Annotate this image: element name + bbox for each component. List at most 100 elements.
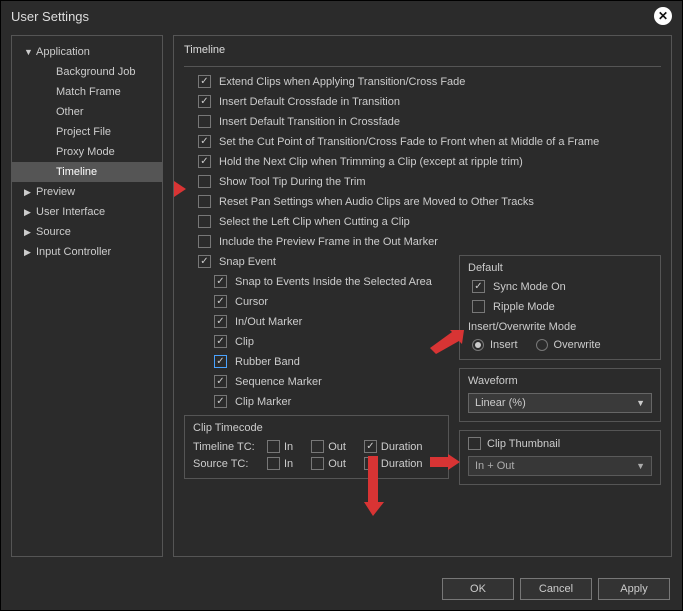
tree-arrow-icon: ▶	[24, 207, 31, 218]
option-label: Insert Default Crossfade in Transition	[219, 96, 400, 108]
default-title: Default	[468, 262, 652, 274]
sync-mode-label: Sync Mode On	[493, 281, 566, 293]
timecode-cell-label: Out	[328, 441, 346, 453]
sidebar-item-project-file[interactable]: Project File	[12, 122, 162, 142]
sidebar-item-background-job[interactable]: Background Job	[12, 62, 162, 82]
option-check[interactable]: Show Tool Tip During the Trim	[184, 175, 661, 188]
ripple-mode-check[interactable]: Ripple Mode	[468, 300, 652, 313]
snap-option-check[interactable]: Snap to Events Inside the Selected Area	[184, 275, 449, 288]
sidebar-item-proxy-mode[interactable]: Proxy Mode	[12, 142, 162, 162]
checkbox-icon[interactable]	[311, 440, 324, 453]
sidebar-item-label: Application	[36, 46, 90, 58]
sidebar-item-label: Input Controller	[36, 246, 111, 258]
clip-thumbnail-check[interactable]	[468, 437, 481, 450]
checkbox-icon[interactable]	[198, 135, 211, 148]
sidebar-item-label: User Interface	[36, 206, 105, 218]
cancel-button[interactable]: Cancel	[520, 578, 592, 600]
sidebar-item-label: Source	[36, 226, 71, 238]
timecode-out-check[interactable]: Out	[311, 440, 346, 453]
checkbox-icon[interactable]	[214, 315, 227, 328]
option-check[interactable]: Include the Preview Frame in the Out Mar…	[184, 235, 661, 248]
checkbox-icon[interactable]	[364, 440, 377, 453]
option-check[interactable]: Select the Left Clip when Cutting a Clip	[184, 215, 661, 228]
snap-option-check[interactable]: Clip Marker	[184, 395, 449, 408]
checkbox-icon[interactable]	[214, 295, 227, 308]
checkbox-icon[interactable]	[267, 440, 280, 453]
snap-option-check[interactable]: Rubber Band	[184, 355, 449, 368]
snap-event-label: Snap Event	[219, 256, 276, 268]
timecode-out-check[interactable]: Out	[311, 457, 346, 470]
option-check[interactable]: Insert Default Transition in Crossfade	[184, 115, 661, 128]
checkbox-icon[interactable]	[472, 280, 485, 293]
timecode-dur-check[interactable]: Duration	[364, 440, 423, 453]
sidebar-item-label: Timeline	[56, 166, 97, 178]
timecode-dur-check[interactable]: Duration	[364, 457, 423, 470]
checkbox-icon[interactable]	[198, 75, 211, 88]
option-check[interactable]: Set the Cut Point of Transition/Cross Fa…	[184, 135, 661, 148]
apply-button[interactable]: Apply	[598, 578, 670, 600]
option-label: Reset Pan Settings when Audio Clips are …	[219, 196, 534, 208]
snap-option-check[interactable]: Sequence Marker	[184, 375, 449, 388]
waveform-select[interactable]: Linear (%) ▼	[468, 393, 652, 413]
checkbox-icon[interactable]	[214, 335, 227, 348]
checkbox-icon[interactable]	[364, 457, 377, 470]
snap-option-label: Clip	[235, 336, 254, 348]
option-label: Select the Left Clip when Cutting a Clip	[219, 216, 410, 228]
snap-event-check[interactable]: Snap Event	[184, 255, 449, 268]
clip-thumbnail-title: Clip Thumbnail	[487, 438, 560, 450]
tree-arrow-icon: ▼	[24, 47, 33, 57]
sidebar-item-label: Other	[56, 106, 84, 118]
checkbox-icon[interactable]	[214, 275, 227, 288]
clip-thumbnail-select[interactable]: In + Out ▼	[468, 456, 652, 476]
checkbox-icon[interactable]	[214, 375, 227, 388]
button-bar: OK Cancel Apply	[442, 578, 670, 600]
sidebar-item-label: Match Frame	[56, 86, 121, 98]
snap-option-check[interactable]: Clip	[184, 335, 449, 348]
checkbox-icon[interactable]	[472, 300, 485, 313]
snap-option-check[interactable]: In/Out Marker	[184, 315, 449, 328]
titlebar: User Settings ✕	[1, 1, 682, 31]
option-check[interactable]: Hold the Next Clip when Trimming a Clip …	[184, 155, 661, 168]
ok-button[interactable]: OK	[442, 578, 514, 600]
sidebar-item-application[interactable]: ▼Application	[12, 42, 162, 62]
sidebar-item-timeline[interactable]: Timeline	[12, 162, 162, 182]
radio-icon[interactable]	[536, 339, 548, 351]
sidebar-item-source[interactable]: ▶Source	[12, 222, 162, 242]
timecode-in-check[interactable]: In	[267, 440, 293, 453]
option-label: Show Tool Tip During the Trim	[219, 176, 366, 188]
chevron-down-icon: ▼	[636, 461, 645, 471]
timecode-in-check[interactable]: In	[267, 457, 293, 470]
option-check[interactable]: Extend Clips when Applying Transition/Cr…	[184, 75, 661, 88]
overwrite-radio[interactable]: Overwrite	[536, 339, 601, 351]
checkbox-icon[interactable]	[198, 95, 211, 108]
checkbox-icon[interactable]	[198, 255, 211, 268]
checkbox-icon[interactable]	[214, 395, 227, 408]
checkbox-icon[interactable]	[311, 457, 324, 470]
snap-option-check[interactable]: Cursor	[184, 295, 449, 308]
checkbox-icon[interactable]	[214, 355, 227, 368]
checkbox-icon[interactable]	[198, 195, 211, 208]
sidebar-item-other[interactable]: Other	[12, 102, 162, 122]
default-group: Default Sync Mode On Ripple Mode Insert/…	[459, 255, 661, 360]
sidebar-item-user-interface[interactable]: ▶ User Interface	[12, 202, 162, 222]
sidebar-item-preview[interactable]: ▶Preview	[12, 182, 162, 202]
section-title: Timeline	[184, 44, 661, 56]
close-button[interactable]: ✕	[654, 7, 672, 25]
tree-arrow-icon: ▶	[24, 247, 31, 258]
sidebar-item-label: Background Job	[56, 66, 136, 78]
sidebar-item-input-controller[interactable]: ▶ Input Controller	[12, 242, 162, 262]
checkbox-icon[interactable]	[198, 175, 211, 188]
checkbox-icon[interactable]	[198, 235, 211, 248]
checkbox-icon[interactable]	[198, 155, 211, 168]
timecode-cell-label: In	[284, 458, 293, 470]
radio-icon[interactable]	[472, 339, 484, 351]
checkbox-icon[interactable]	[198, 115, 211, 128]
sync-mode-check[interactable]: Sync Mode On	[468, 280, 652, 293]
option-check[interactable]: Insert Default Crossfade in Transition	[184, 95, 661, 108]
checkbox-icon[interactable]	[198, 215, 211, 228]
checkbox-icon[interactable]	[267, 457, 280, 470]
timecode-row-label: Source TC:	[193, 458, 261, 470]
insert-radio[interactable]: Insert	[472, 339, 518, 351]
sidebar-item-match-frame[interactable]: Match Frame	[12, 82, 162, 102]
option-check[interactable]: Reset Pan Settings when Audio Clips are …	[184, 195, 661, 208]
